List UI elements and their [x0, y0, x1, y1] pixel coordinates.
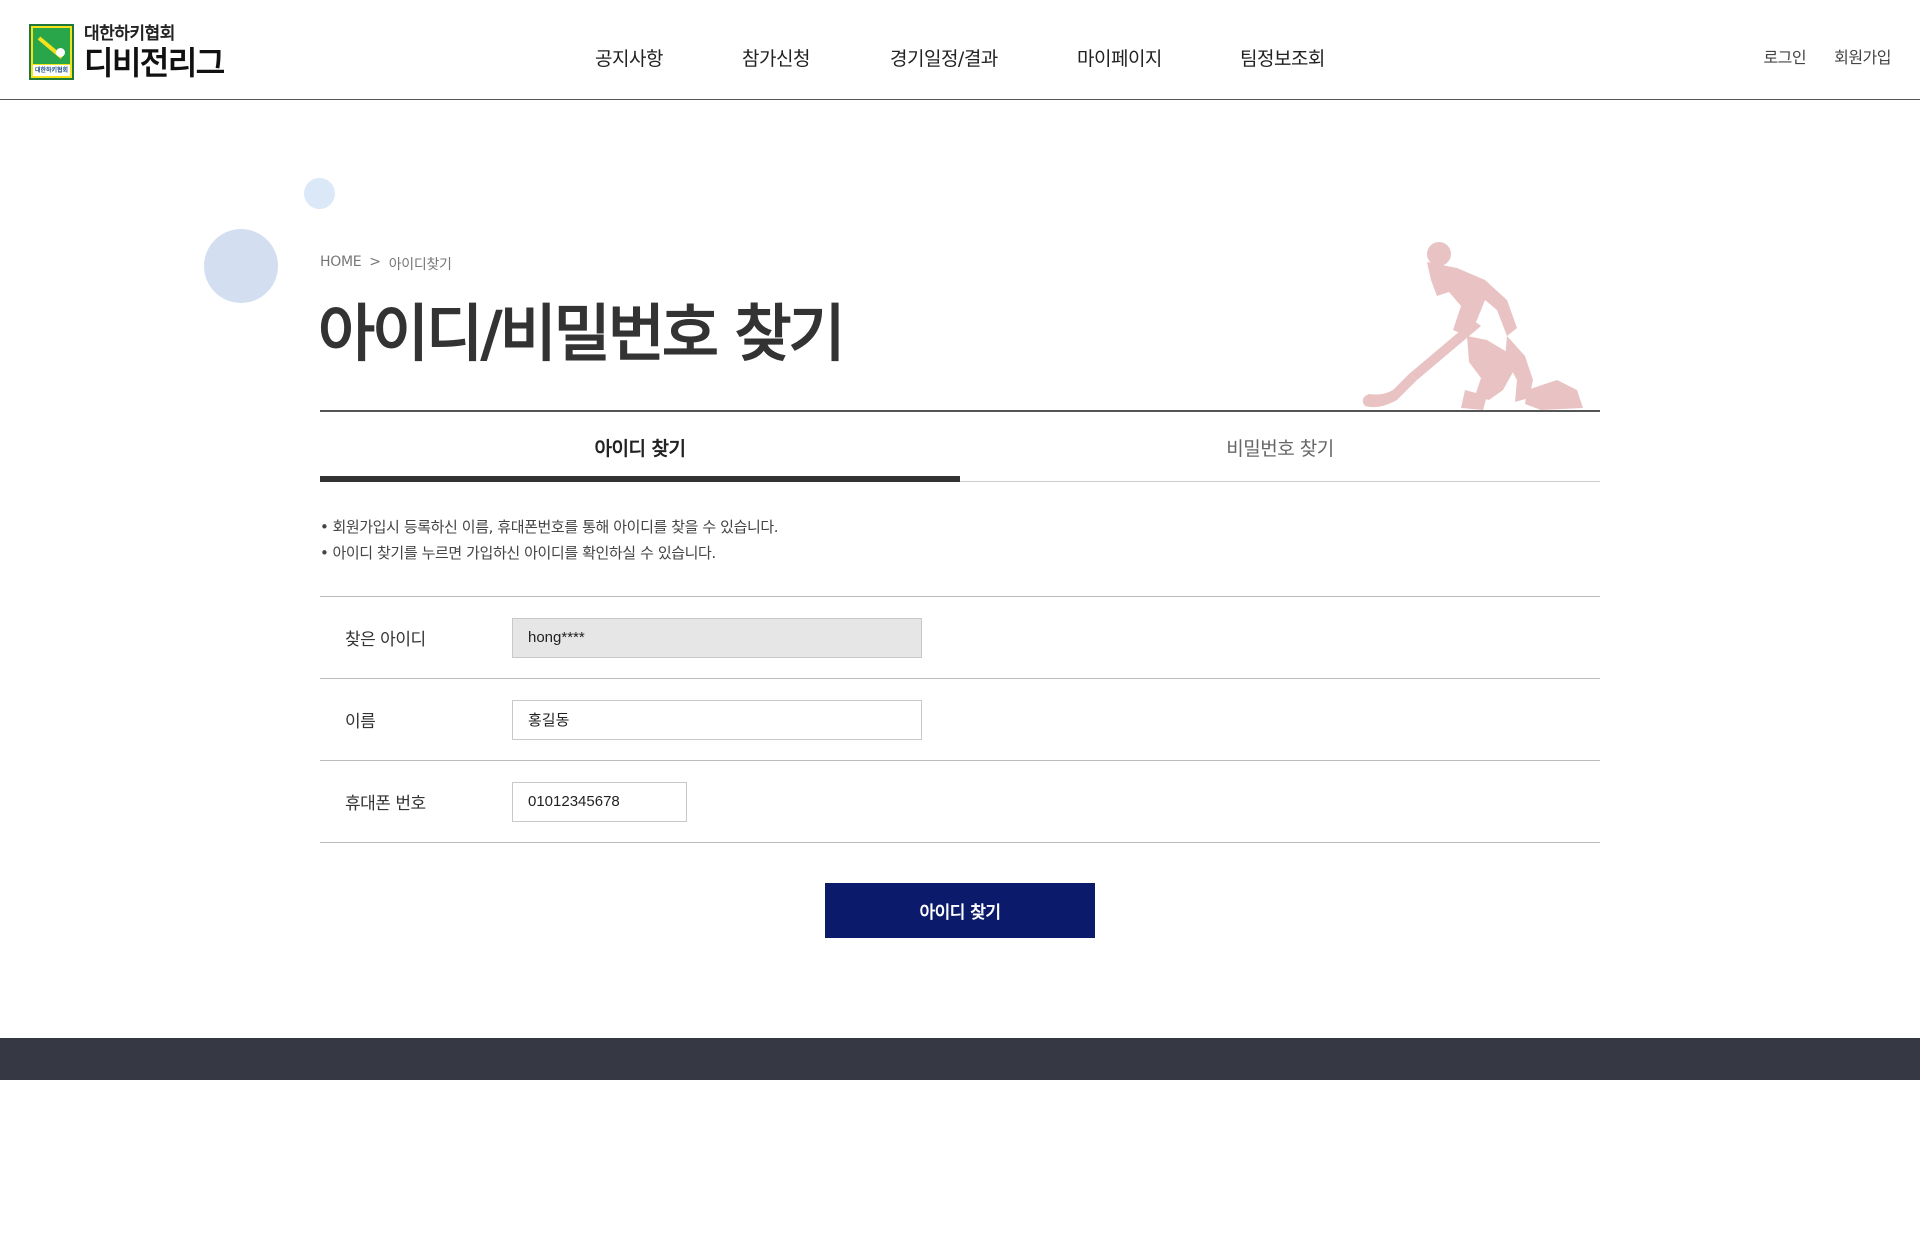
breadcrumb-home[interactable]: HOME — [320, 254, 362, 274]
guide-note: 회원가입시 등록하신 이름, 휴대폰번호를 통해 아이디를 찾을 수 있습니다. — [320, 514, 778, 540]
hockey-player-icon — [1362, 242, 1583, 410]
tab-find-id[interactable]: 아이디 찾기 — [320, 412, 960, 482]
logo-org-name: 대한하키협회 — [84, 23, 175, 44]
name-label: 이름 — [345, 712, 376, 732]
form-row-name: 이름 홍길동 — [320, 679, 1600, 761]
tab-find-password[interactable]: 비밀번호 찾기 — [960, 412, 1600, 482]
site-header: 대한하키협회 대한하키협회 디비전리그 공지사항 참가신청 경기일정/결과 마이… — [0, 0, 1920, 100]
util-menu: 로그인 회원가입 — [1763, 44, 1891, 68]
found-id-field: hong**** — [512, 617, 922, 658]
page-title: 아이디/비밀번호 찾기 — [318, 297, 846, 370]
decorative-circle-small — [304, 178, 335, 209]
phone-input[interactable]: 01012345678 — [512, 781, 687, 822]
breadcrumb-current: 아이디찾기 — [388, 257, 452, 273]
nav-item-notice[interactable]: 공지사항 — [595, 44, 663, 71]
breadcrumb: HOME > 아이디찾기 — [320, 254, 452, 274]
breadcrumb-separator: > — [369, 254, 381, 270]
nav-item-schedule[interactable]: 경기일정/결과 — [890, 44, 998, 71]
find-id-form: 찾은 아이디 hong**** 이름 홍길동 휴대폰 번호 0101234567… — [320, 596, 1600, 843]
site-footer — [0, 1038, 1920, 1080]
guide-notes: 회원가입시 등록하신 이름, 휴대폰번호를 통해 아이디를 찾을 수 있습니다.… — [320, 514, 778, 566]
signup-link[interactable]: 회원가입 — [1834, 44, 1891, 68]
find-tabs: 아이디 찾기 비밀번호 찾기 — [320, 410, 1600, 482]
main-nav: 공지사항 참가신청 경기일정/결과 마이페이지 팀정보조회 — [0, 44, 1920, 70]
decorative-circle-large — [204, 229, 278, 303]
name-input[interactable]: 홍길동 — [512, 699, 922, 740]
nav-item-mypage[interactable]: 마이페이지 — [1077, 44, 1162, 71]
nav-item-apply[interactable]: 참가신청 — [742, 44, 810, 71]
form-row-found-id: 찾은 아이디 hong**** — [320, 597, 1600, 679]
login-link[interactable]: 로그인 — [1763, 44, 1806, 68]
find-id-button[interactable]: 아이디 찾기 — [825, 883, 1095, 938]
phone-label: 휴대폰 번호 — [345, 794, 426, 814]
form-row-phone: 휴대폰 번호 01012345678 — [320, 761, 1600, 843]
found-id-label: 찾은 아이디 — [345, 630, 426, 650]
guide-note: 아이디 찾기를 누르면 가입하신 아이디를 확인하실 수 있습니다. — [320, 540, 778, 566]
nav-item-team-info[interactable]: 팀정보조회 — [1240, 44, 1325, 71]
